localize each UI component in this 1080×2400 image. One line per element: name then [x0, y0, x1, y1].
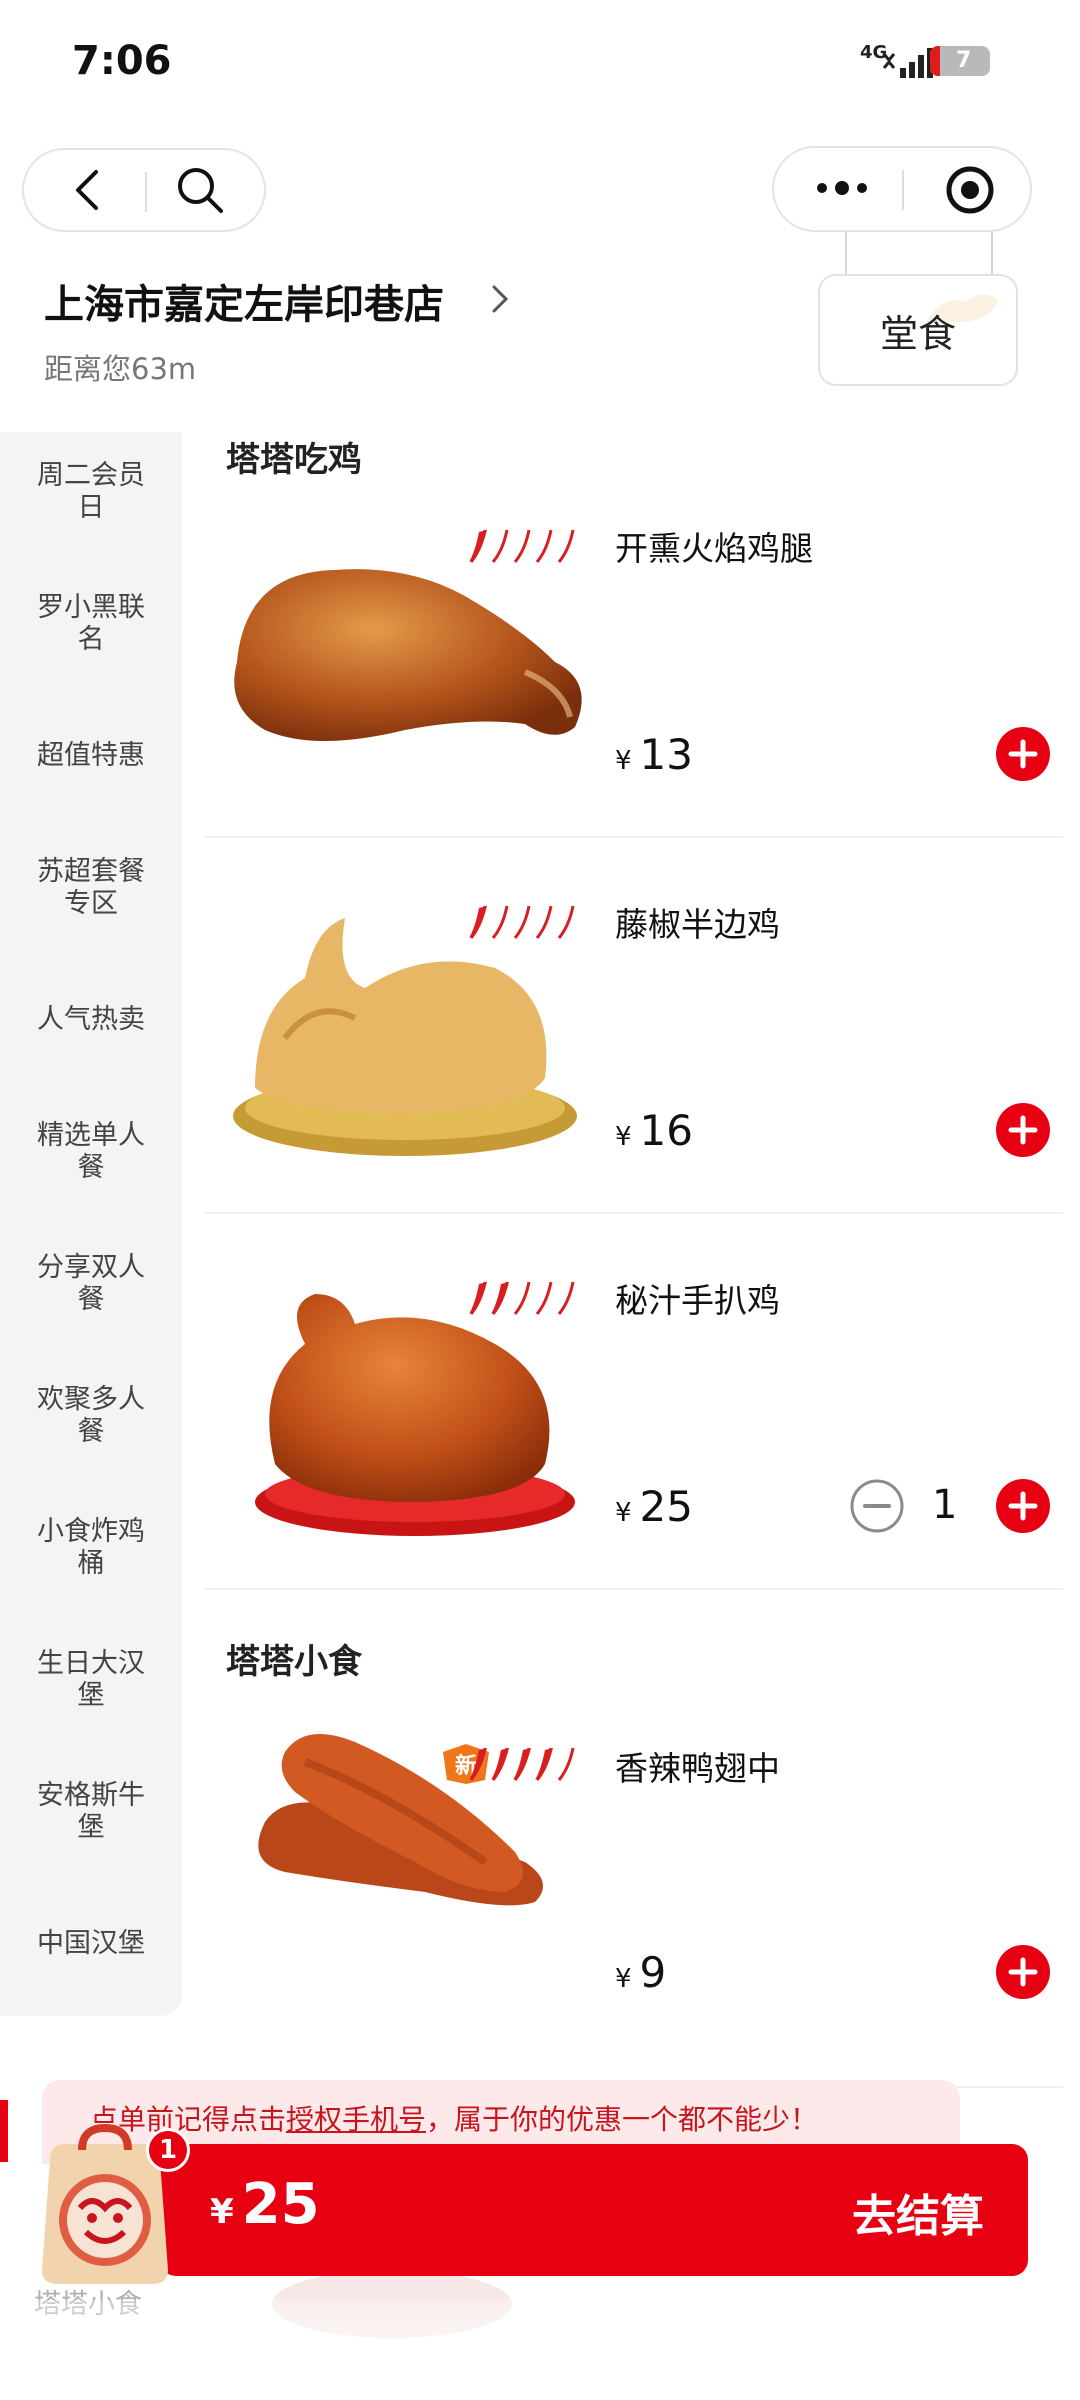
item-name: 开熏火焰鸡腿	[615, 529, 813, 568]
price-value: 9	[639, 1948, 667, 1997]
store-name[interactable]: 上海市嘉定左岸印巷店	[44, 272, 444, 330]
pepper-icon	[469, 1747, 575, 1781]
more-icon[interactable]	[812, 168, 872, 208]
menu-item[interactable]: 秘汁手扒鸡 ¥25 1	[205, 1264, 1063, 1640]
search-icon[interactable]	[174, 164, 226, 216]
checkout-button[interactable]: 去结算	[852, 2180, 984, 2244]
nav-capsule	[22, 148, 266, 232]
category-item[interactable]: 欢聚多人餐	[0, 1376, 182, 1456]
notice-text-tail: ，属于你的优惠一个都不能少！	[426, 2103, 819, 2136]
category-item[interactable]: 生日大汉堡	[0, 1640, 182, 1720]
section-title: 塔塔吃鸡	[226, 440, 362, 480]
currency-symbol: ¥	[615, 746, 632, 776]
currency-symbol: ¥	[615, 1498, 632, 1528]
item-divider	[205, 1212, 1063, 1214]
menu-item[interactable]: 新 香辣鸭翅中 ¥9	[205, 1712, 1063, 2088]
category-item[interactable]: 苏超套餐专区	[0, 848, 182, 928]
menu-item[interactable]: 藤椒半边鸡 ¥16	[205, 888, 1063, 1264]
item-name: 秘汁手扒鸡	[615, 1281, 780, 1320]
item-price: ¥25	[615, 1482, 693, 1531]
price-value: 25	[639, 1482, 693, 1531]
back-icon[interactable]	[66, 166, 114, 214]
cart-count-badge: 1	[146, 2128, 190, 2172]
item-name: 藤椒半边鸡	[615, 905, 780, 944]
battery-level: 7	[956, 48, 972, 73]
category-item[interactable]: 超值特惠	[0, 716, 182, 796]
menu-item[interactable]: 开熏火焰鸡腿 ¥13	[205, 512, 1063, 888]
item-name: 香辣鸭翅中	[615, 1749, 780, 1788]
category-sidebar: 周二会员日 罗小黑联名 超值特惠 苏超套餐专区 人气热卖 精选单人餐 分享双人餐…	[0, 432, 182, 2016]
dine-mode-badge[interactable]: 堂食	[818, 274, 1018, 386]
battery-icon: 7	[930, 46, 990, 76]
item-divider	[205, 1588, 1063, 1590]
pepper-icon	[469, 529, 575, 563]
category-item[interactable]: 精选单人餐	[0, 1112, 182, 1192]
item-price: ¥9	[615, 1948, 666, 1997]
plus-icon[interactable]	[995, 726, 1051, 782]
dine-mode-label: 堂食	[879, 311, 956, 356]
authorize-phone-link[interactable]: 授权手机号	[286, 2103, 426, 2136]
category-item[interactable]: 小食炸鸡桶	[0, 1508, 182, 1588]
target-icon[interactable]	[944, 164, 996, 216]
category-item[interactable]: 中国汉堡	[0, 1904, 182, 1984]
pepper-icon	[469, 905, 575, 939]
category-item[interactable]: 安格斯牛堡	[0, 1772, 182, 1852]
pepper-icon	[469, 1281, 575, 1315]
item-divider	[205, 836, 1063, 838]
plus-icon[interactable]	[995, 1102, 1051, 1158]
minus-icon[interactable]	[849, 1478, 905, 1534]
chevron-right-icon[interactable]	[488, 282, 514, 316]
category-item[interactable]: 人气热卖	[0, 980, 182, 1060]
active-category-indicator	[0, 2100, 8, 2162]
status-time: 7:06	[72, 38, 172, 84]
category-item[interactable]: 周二会员日	[0, 452, 182, 532]
bottom-fade	[0, 2300, 1080, 2400]
category-item[interactable]: 分享双人餐	[0, 1244, 182, 1324]
cart-bar[interactable]: ¥25 去结算	[160, 2144, 1028, 2276]
item-price: ¥16	[615, 1106, 693, 1155]
price-value: 16	[639, 1106, 693, 1155]
cart-total: ¥25	[210, 2172, 320, 2237]
item-price: ¥13	[615, 730, 693, 779]
capsule-divider	[902, 170, 904, 210]
item-quantity: 1	[932, 1482, 958, 1528]
miniprogram-capsule	[772, 146, 1032, 232]
plus-icon[interactable]	[995, 1478, 1051, 1534]
currency-symbol: ¥	[615, 1122, 632, 1152]
section-title: 塔塔小食	[226, 1642, 362, 1682]
price-value: 13	[639, 730, 693, 779]
capsule-divider	[145, 172, 147, 212]
currency-symbol: ¥	[615, 1964, 632, 1994]
status-bar: 7:06 4G 7	[0, 0, 1080, 130]
category-item[interactable]: 罗小黑联名	[0, 584, 182, 664]
cart-total-value: 25	[241, 2172, 320, 2237]
currency-symbol: ¥	[210, 2192, 234, 2232]
store-distance: 距离您63m	[44, 352, 197, 386]
plus-icon[interactable]	[995, 1944, 1051, 2000]
